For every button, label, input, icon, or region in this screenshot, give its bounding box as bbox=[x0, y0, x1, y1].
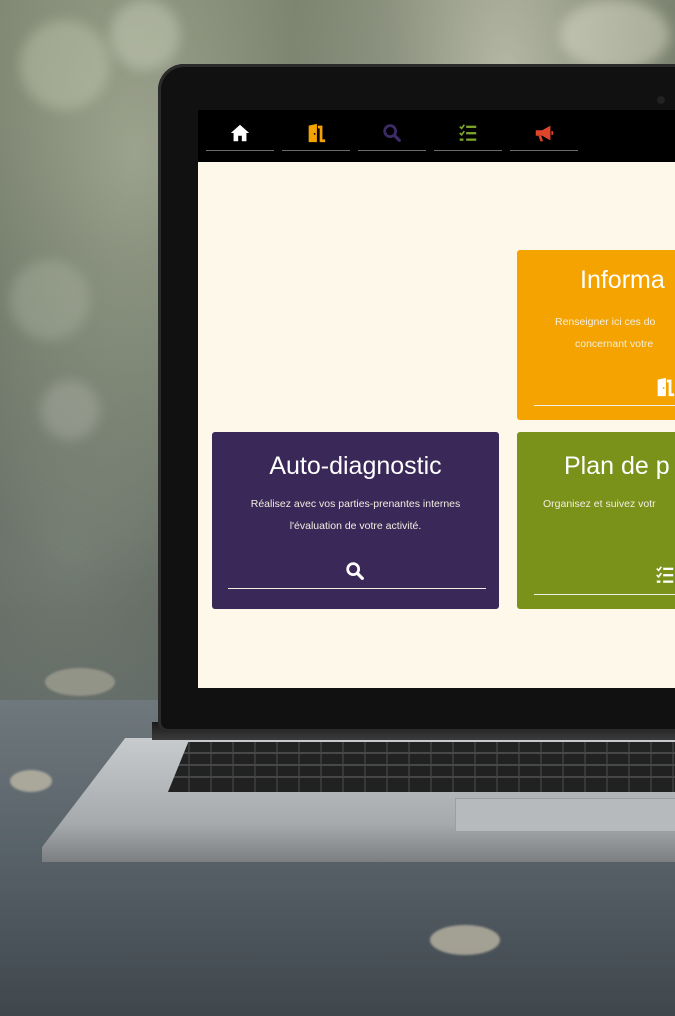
card-link[interactable] bbox=[335, 560, 375, 587]
laptop-trackpad bbox=[455, 798, 675, 832]
search-icon bbox=[346, 562, 364, 580]
laptop-screen: Informa Renseigner ici ces do concernant… bbox=[198, 110, 675, 688]
background-bokeh bbox=[560, 0, 670, 70]
nav-auto-diagnostic[interactable] bbox=[358, 118, 426, 151]
card-title: Informa bbox=[580, 266, 665, 294]
background-bokeh bbox=[20, 20, 110, 110]
card-divider bbox=[228, 588, 486, 589]
search-icon bbox=[383, 124, 401, 142]
nav-information[interactable] bbox=[282, 118, 350, 151]
checklist-icon bbox=[459, 123, 477, 141]
door-exit-icon bbox=[308, 123, 326, 142]
laptop-keyboard bbox=[168, 742, 675, 792]
card-plan[interactable]: Plan de p Organisez et suivez votr bbox=[517, 432, 675, 609]
door-exit-icon bbox=[657, 377, 675, 397]
card-description: concernant votre bbox=[575, 338, 654, 350]
top-nav bbox=[198, 110, 675, 162]
megaphone-icon bbox=[535, 125, 554, 141]
card-description: Réalisez avec vos parties-prenantes inte… bbox=[250, 498, 461, 510]
card-description: Organisez et suivez votr bbox=[543, 498, 656, 510]
leaf-decoration bbox=[45, 668, 115, 696]
card-description: Renseigner ici ces do bbox=[555, 316, 656, 328]
home-icon bbox=[230, 124, 250, 141]
card-auto-diagnostic[interactable]: Auto-diagnostic Réalisez avec vos partie… bbox=[212, 432, 499, 609]
leaf-decoration bbox=[430, 925, 500, 955]
laptop-camera bbox=[657, 96, 665, 104]
nav-plan[interactable] bbox=[434, 118, 502, 151]
card-title: Plan de p bbox=[564, 452, 670, 480]
nav-communication[interactable] bbox=[510, 118, 578, 151]
nav-home[interactable] bbox=[206, 118, 274, 151]
leaf-decoration bbox=[10, 770, 52, 792]
background-bokeh bbox=[10, 260, 90, 340]
background-bokeh bbox=[40, 380, 100, 440]
background-bokeh bbox=[110, 0, 180, 70]
card-link[interactable] bbox=[645, 376, 675, 403]
card-title: Auto-diagnostic bbox=[269, 452, 442, 480]
card-description: l'évaluation de votre activité. bbox=[289, 520, 422, 532]
card-divider bbox=[534, 594, 675, 595]
card-link[interactable] bbox=[645, 564, 675, 591]
checklist-icon bbox=[656, 566, 674, 583]
card-divider bbox=[534, 405, 675, 406]
card-information[interactable]: Informa Renseigner ici ces do concernant… bbox=[517, 250, 675, 420]
